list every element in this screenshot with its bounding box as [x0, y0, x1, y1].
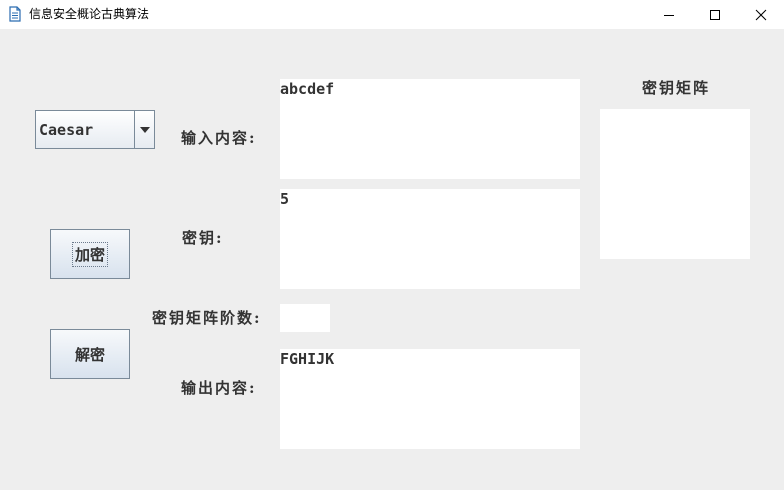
- minimize-icon: [664, 14, 674, 16]
- input-label: 输入内容:: [181, 129, 257, 147]
- decrypt-button-label: 解密: [74, 345, 105, 364]
- window-title: 信息安全概论古典算法: [29, 7, 150, 21]
- title-bar: 信息安全概论古典算法: [0, 0, 784, 29]
- encrypt-button[interactable]: 加密: [50, 229, 130, 279]
- decrypt-button[interactable]: 解密: [50, 329, 130, 379]
- output-textarea[interactable]: FGHIJK: [280, 349, 580, 449]
- algorithm-select[interactable]: Caesar: [35, 110, 155, 149]
- key-label: 密钥:: [182, 229, 224, 247]
- output-label: 输出内容:: [181, 379, 257, 397]
- input-textarea[interactable]: abcdef: [280, 79, 580, 179]
- document-icon: [9, 6, 21, 22]
- dropdown-arrow-button[interactable]: [134, 111, 154, 148]
- minimize-button[interactable]: [646, 0, 692, 29]
- key-textarea[interactable]: 5: [280, 189, 580, 289]
- encrypt-button-label: 加密: [71, 241, 109, 267]
- maximize-icon: [710, 9, 720, 20]
- matrix-order-field[interactable]: [280, 304, 330, 332]
- matrix-order-label: 密钥矩阵阶数:: [152, 309, 262, 327]
- close-button[interactable]: [738, 0, 784, 29]
- algorithm-select-value: Caesar: [39, 121, 94, 139]
- chevron-down-icon: [139, 126, 150, 133]
- maximize-button[interactable]: [692, 0, 738, 29]
- close-icon: [755, 9, 767, 20]
- key-matrix-label: 密钥矩阵: [642, 79, 711, 97]
- key-matrix-textarea[interactable]: [600, 109, 750, 259]
